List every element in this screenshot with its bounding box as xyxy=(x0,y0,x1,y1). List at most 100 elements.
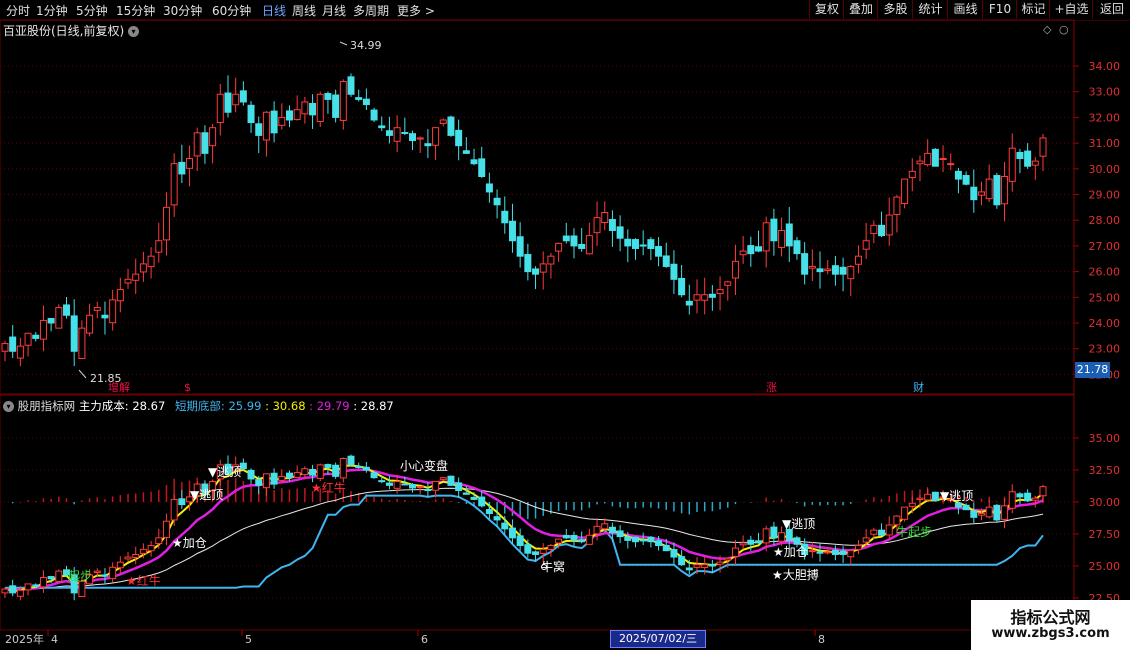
indicator-candle-body xyxy=(670,549,678,558)
indicator-candle-body xyxy=(332,464,340,477)
candle-body xyxy=(908,170,916,179)
indicator-candle-body xyxy=(762,528,770,544)
kline-chart[interactable]: 34.00 33.00 32.00 31.00 30.00 29.00 28.00 27.00… xyxy=(0,0,1130,650)
candle-body xyxy=(485,183,493,193)
indicator-candle-body xyxy=(954,502,962,508)
indicator-panel-frame xyxy=(0,394,1075,631)
candle-body xyxy=(247,104,255,124)
event-tag-zengjian[interactable]: 增解 xyxy=(108,380,130,394)
candle-body xyxy=(685,300,693,306)
indicator-candle-body xyxy=(562,535,570,539)
indicator-value-yellow: : 30.68 xyxy=(265,399,306,413)
candle-body xyxy=(862,240,870,250)
indicator-candle-body xyxy=(262,473,270,489)
candle-body xyxy=(962,175,970,185)
indicator-tick-label: 25.00 xyxy=(1089,560,1121,573)
annotation-taoding-3: ▼逃顶 xyxy=(782,517,815,531)
indicator-candle-body xyxy=(631,536,639,543)
indicator-candle-body xyxy=(708,563,716,567)
indicator-candle-body xyxy=(24,583,32,591)
indicator-candle-body xyxy=(316,464,324,479)
indicator-candle-body xyxy=(301,468,309,476)
chevron-down-icon[interactable]: ▾ xyxy=(3,401,14,412)
indicator-candle-body xyxy=(432,481,440,491)
indicator-candle-body xyxy=(147,545,155,552)
candle-body xyxy=(578,243,586,249)
indicator-candle-body xyxy=(109,566,117,580)
candle-body xyxy=(847,265,855,280)
indicator-candle-body xyxy=(16,589,24,597)
event-tag-dollar[interactable]: $ xyxy=(184,381,191,394)
candle-body xyxy=(624,238,632,247)
candle-body xyxy=(977,191,985,196)
candle-body xyxy=(370,109,378,121)
candle-body xyxy=(778,229,786,248)
indicator-candle-body xyxy=(347,455,355,466)
candle-body xyxy=(147,255,155,268)
candle-body xyxy=(355,97,363,100)
indicator-candle-body xyxy=(239,462,247,470)
indicator-candle-body xyxy=(162,520,170,538)
indicator-candle-body xyxy=(570,534,578,541)
candle-body xyxy=(24,332,32,346)
indicator-candle-body xyxy=(32,584,40,587)
indicator-name[interactable]: 股朋指标网 xyxy=(18,399,76,413)
candle-body xyxy=(16,345,24,359)
candle-body xyxy=(78,327,86,360)
indicator-candle-body xyxy=(785,528,793,541)
indicator-candle-body xyxy=(778,532,786,542)
indicator-candle-body xyxy=(370,472,378,479)
candle-body xyxy=(970,186,978,201)
circle-icon[interactable]: ○ xyxy=(1059,23,1069,36)
candle-body xyxy=(708,293,716,298)
indicator-candle-body xyxy=(247,469,255,480)
indicator-candle-body xyxy=(593,525,601,535)
annotation-taoding-4: ▼逃顶 xyxy=(940,489,973,503)
indicator-candle-body xyxy=(270,472,278,485)
indicator-candle-body xyxy=(985,506,993,518)
candle-body xyxy=(478,158,486,178)
indicator-candle-body xyxy=(178,498,186,506)
indicator-candle-body xyxy=(462,492,470,495)
grid-lines xyxy=(0,65,1074,599)
price-tick-label: 33.00 xyxy=(1089,86,1121,99)
event-tag-cai[interactable]: 财 xyxy=(913,380,924,394)
indicator-candle-body xyxy=(355,466,363,469)
indicator-tick-label: 32.50 xyxy=(1089,464,1121,477)
main-cost-value: 28.67 xyxy=(132,399,166,413)
indicator-candle-body xyxy=(501,522,509,530)
date-label-8: 8 xyxy=(818,633,825,646)
candle-body xyxy=(931,148,939,167)
event-tag-zhang[interactable]: 涨 xyxy=(766,381,777,394)
indicator-candle-body xyxy=(885,524,893,536)
candle-body xyxy=(285,110,293,121)
indicator-candle-body xyxy=(378,480,386,483)
indicator-candle-body xyxy=(685,567,693,571)
candle-body xyxy=(55,307,63,329)
indicator-candle-body xyxy=(409,483,417,489)
candle-body xyxy=(385,130,393,136)
candle-body xyxy=(378,125,386,129)
indicator-candle-body xyxy=(970,510,978,518)
annotation-hongniu-2: ★红牛 xyxy=(311,480,346,495)
indicator-candle-body xyxy=(655,540,663,547)
indicator-candle-body xyxy=(309,468,317,476)
candle-body xyxy=(447,116,455,136)
candle-body xyxy=(324,93,332,100)
price-tick-label: 23.00 xyxy=(1089,343,1121,356)
indicator-candle-body xyxy=(831,549,839,555)
candle-body xyxy=(678,277,686,296)
indicator-candle-body xyxy=(101,574,109,577)
candle-body xyxy=(808,265,816,269)
indicator-candle-body xyxy=(916,497,924,500)
candle-body xyxy=(124,278,132,284)
indicator-candle-body xyxy=(539,548,547,554)
candle-body xyxy=(747,245,755,255)
diamond-icon[interactable]: ◇ xyxy=(1043,23,1052,36)
candle-body xyxy=(70,315,78,352)
candle-body xyxy=(332,94,340,118)
indicator-candle-body xyxy=(924,493,932,501)
indicator-candle-body xyxy=(401,483,409,486)
date-label-2025: 2025年 xyxy=(5,632,44,646)
candle-body xyxy=(739,250,747,256)
